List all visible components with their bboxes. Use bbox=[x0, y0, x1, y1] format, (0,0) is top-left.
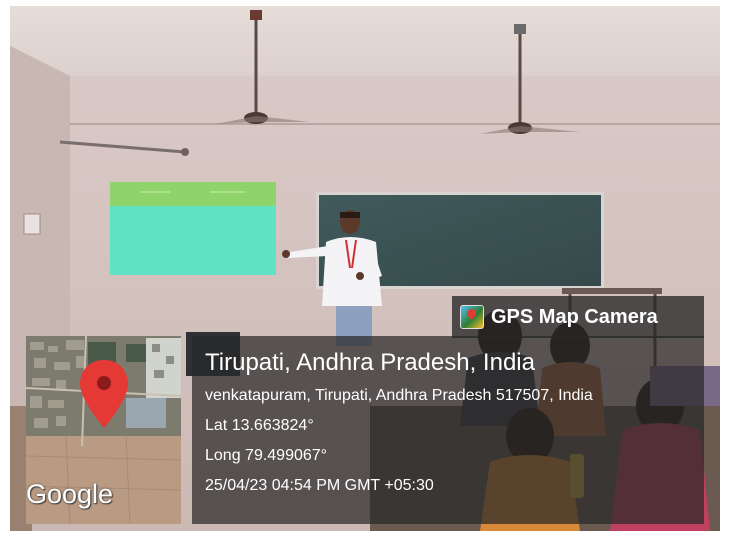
location-address: venkatapuram, Tirupati, Andhra Pradesh 5… bbox=[205, 387, 593, 404]
projected-slide bbox=[110, 182, 276, 275]
longitude-text: Long 79.499067° bbox=[205, 447, 328, 464]
location-title: Tirupati, Andhra Pradesh, India bbox=[205, 349, 535, 376]
map-pin-app-icon bbox=[460, 305, 484, 329]
switch-board bbox=[23, 213, 41, 235]
badge-label: GPS Map Camera bbox=[491, 305, 658, 328]
gps-map-camera-badge: GPS Map Camera bbox=[452, 296, 704, 338]
location-info-panel: Tirupati, Andhra Pradesh, India venkatap… bbox=[192, 336, 704, 524]
latitude-text: Lat 13.663824° bbox=[205, 417, 314, 434]
google-attribution: Google bbox=[26, 479, 114, 509]
timestamp-text: 25/04/23 04:54 PM GMT +05:30 bbox=[205, 477, 434, 494]
map-thumbnail: Google bbox=[26, 336, 181, 524]
